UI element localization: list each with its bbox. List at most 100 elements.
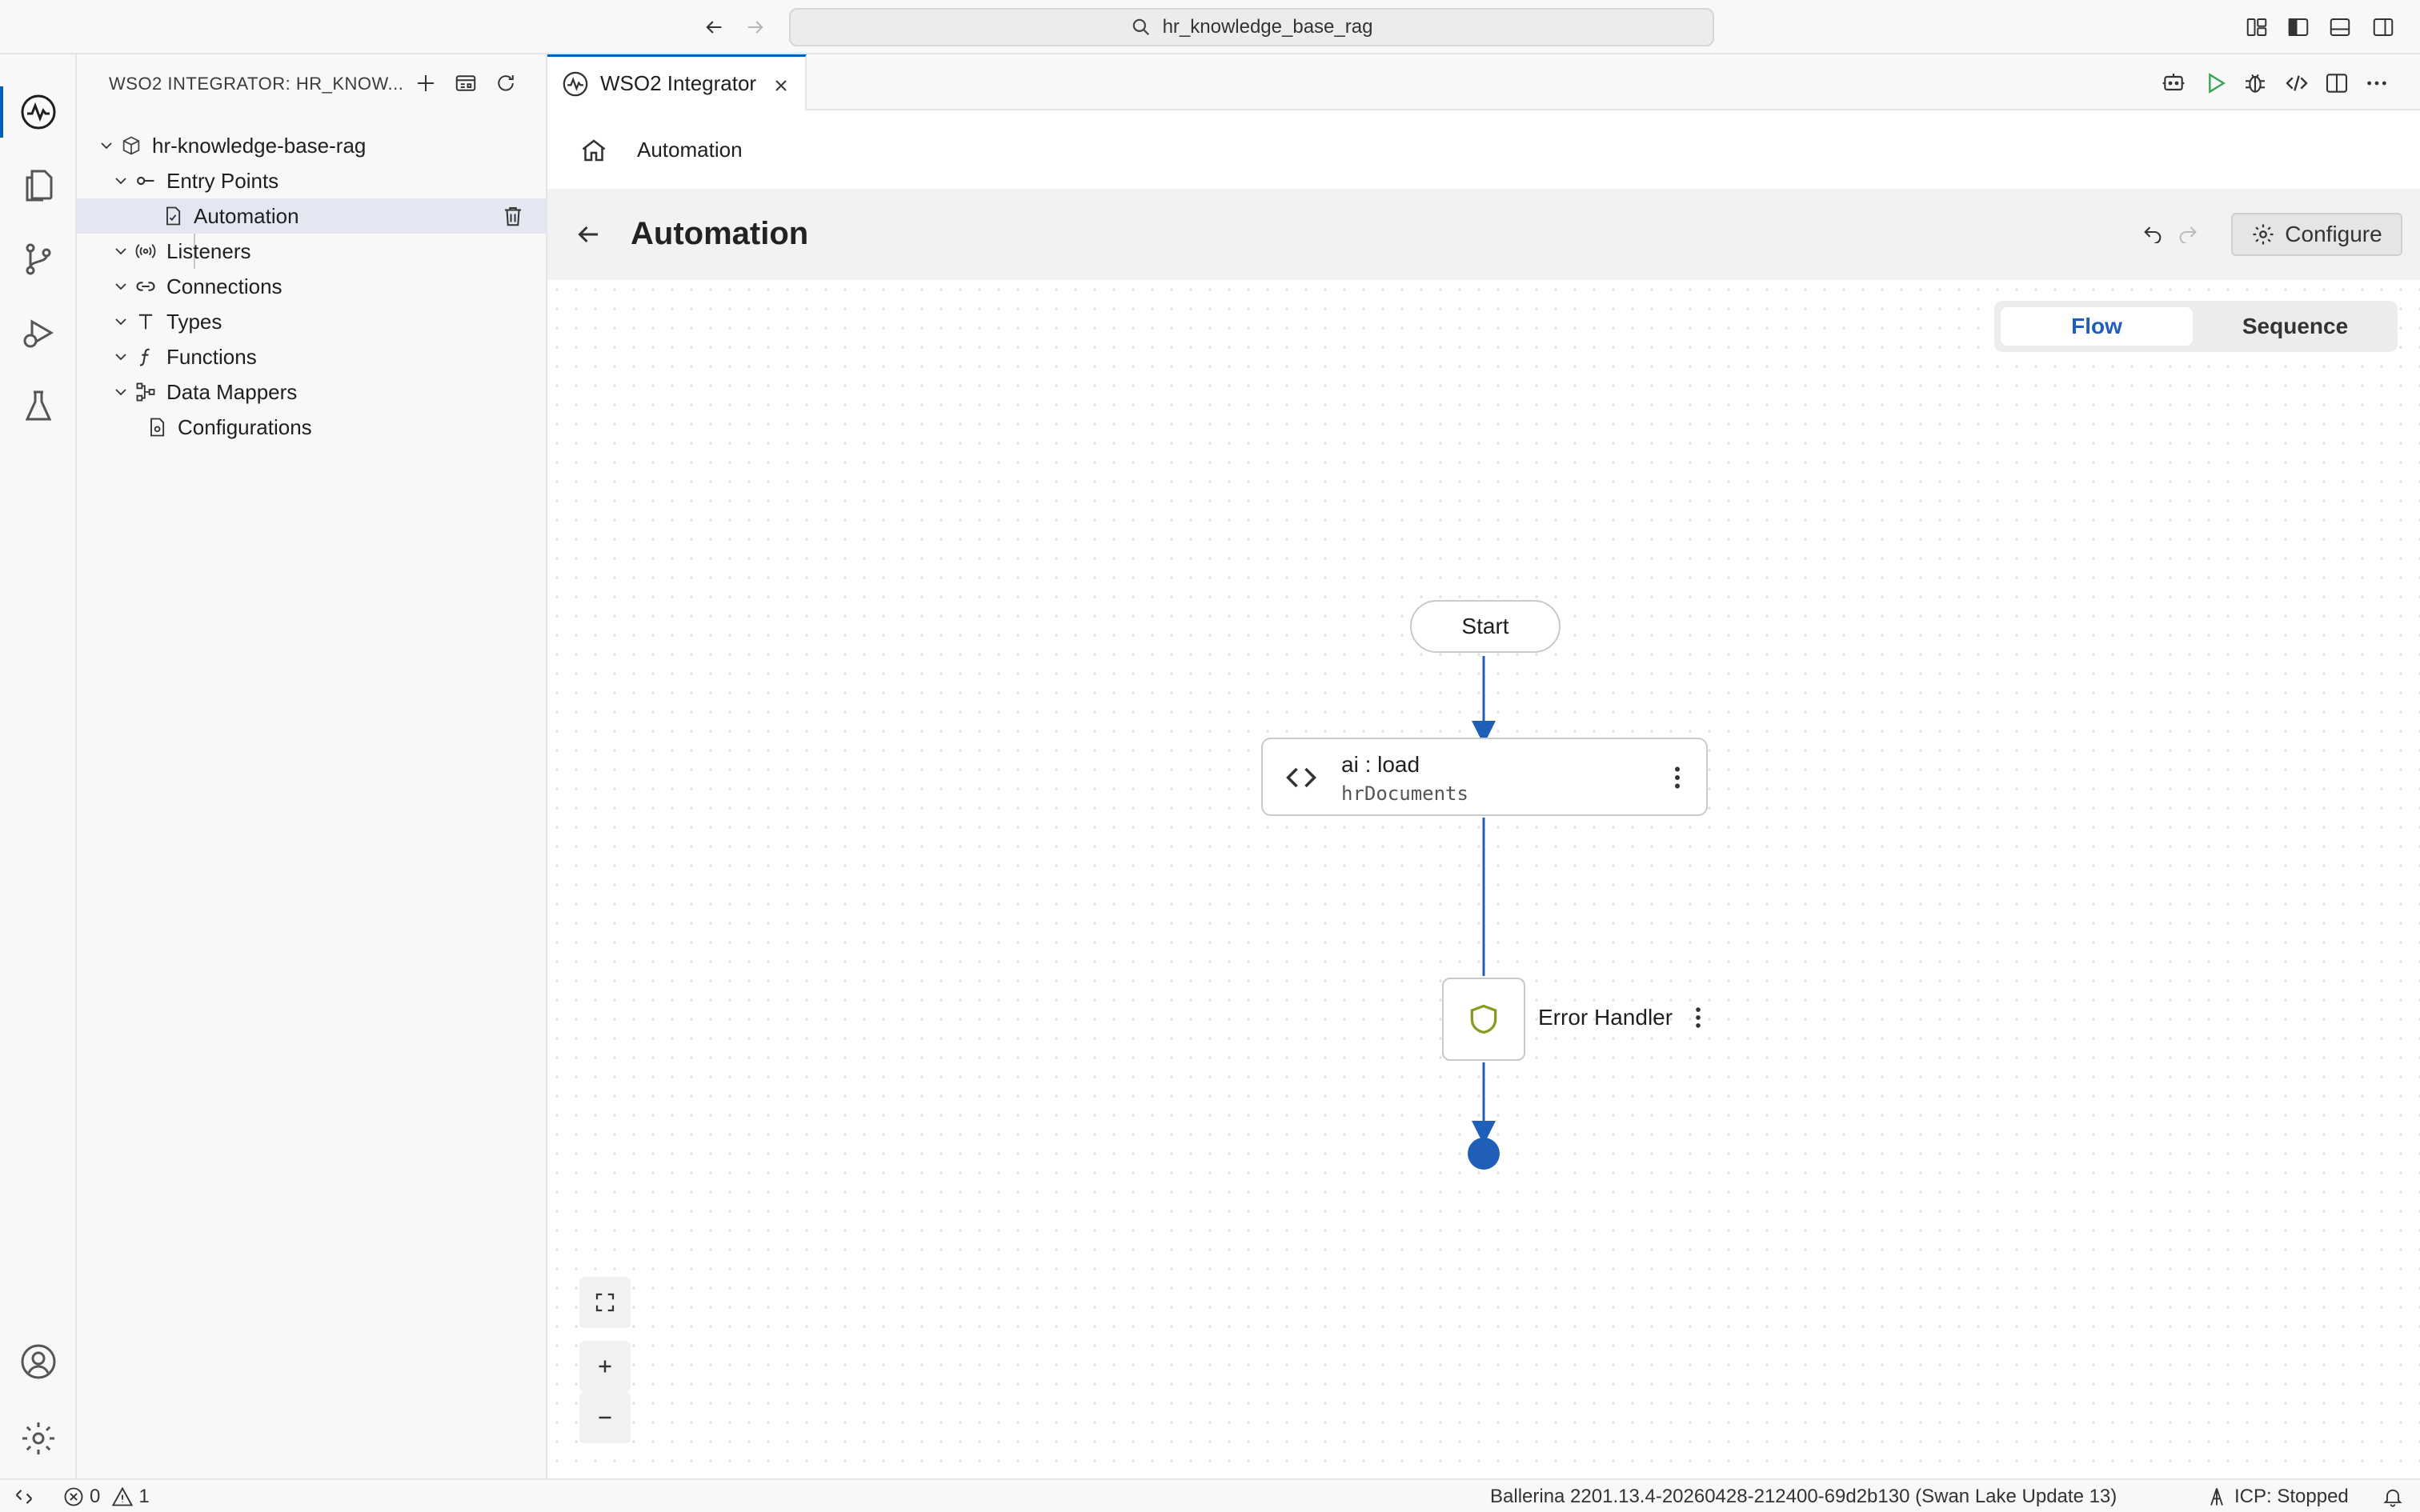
remote-icon[interactable] xyxy=(13,1486,35,1508)
refresh-icon[interactable] xyxy=(490,67,522,99)
chevron-down-icon xyxy=(109,169,133,193)
overview-icon[interactable] xyxy=(450,67,482,99)
account-icon[interactable] xyxy=(0,1325,77,1398)
breadcrumb-current[interactable]: Automation xyxy=(637,138,743,162)
tree-item-label: Data Mappers xyxy=(166,379,298,404)
tree-project-root[interactable]: hr-knowledge-base-rag xyxy=(77,128,547,163)
tree-types[interactable]: Types xyxy=(77,304,547,339)
end-node xyxy=(1468,1138,1500,1170)
tree-item-label: Configurations xyxy=(178,414,312,439)
more-actions-icon[interactable] xyxy=(2361,67,2393,99)
entry-points-icon xyxy=(133,168,158,194)
tree-data-mappers[interactable]: Data Mappers xyxy=(77,374,547,410)
flow-canvas[interactable]: Flow Sequence Start ai : load hrDocument… xyxy=(547,280,2420,1478)
title-bar: hr_knowledge_base_rag xyxy=(0,0,2420,54)
forward-nav-icon[interactable] xyxy=(739,11,771,43)
search-icon xyxy=(1132,18,1149,35)
settings-file-icon xyxy=(144,414,170,440)
configure-label: Configure xyxy=(2285,222,2382,246)
add-icon[interactable] xyxy=(410,67,442,99)
explorer-sidebar: WSO2 INTEGRATOR: HR_KNOW... hr-knowledge… xyxy=(77,54,547,1478)
shield-icon xyxy=(1470,1004,1497,1034)
tree-listeners[interactable]: Listeners xyxy=(77,234,547,269)
chevron-down-icon xyxy=(94,134,118,158)
tab-label: WSO2 Integrator xyxy=(600,71,757,95)
page-title: Automation xyxy=(631,216,809,251)
chevron-down-icon xyxy=(109,380,133,404)
fit-screen-icon[interactable] xyxy=(579,1277,631,1328)
explorer-icon[interactable] xyxy=(0,149,77,222)
data-mapper-icon xyxy=(133,379,158,405)
error-circle-icon xyxy=(64,1487,83,1506)
editor-tab-bar: WSO2 Integrator xyxy=(547,54,2420,110)
start-node[interactable]: Start xyxy=(1410,600,1561,653)
source-control-icon[interactable] xyxy=(0,222,77,296)
file-code-icon xyxy=(160,203,186,229)
command-center-search[interactable]: hr_knowledge_base_rag xyxy=(789,8,1714,46)
node-title: ai : load xyxy=(1341,752,1420,777)
ballerina-version[interactable]: Ballerina 2201.13.4-20260428-212400-69d2… xyxy=(1490,1486,2117,1508)
package-icon xyxy=(118,133,144,158)
function-icon xyxy=(133,344,158,370)
activity-bar xyxy=(0,54,77,1478)
wso2-integrator-activity-icon[interactable] xyxy=(0,75,77,149)
problems-indicator[interactable]: 0 1 xyxy=(62,1486,150,1508)
search-text: hr_knowledge_base_rag xyxy=(1162,16,1373,38)
redo-icon[interactable] xyxy=(2174,218,2202,246)
home-icon[interactable] xyxy=(578,134,610,166)
error-handler-menu-icon[interactable] xyxy=(1687,1003,1709,1032)
delete-trash-icon[interactable] xyxy=(499,202,527,230)
error-count: 0 xyxy=(90,1486,101,1507)
chevron-down-icon xyxy=(109,239,133,263)
error-handler-label: Error Handler xyxy=(1538,1005,1673,1030)
tree-item-label: Listeners xyxy=(166,238,251,263)
tree-item-label: Entry Points xyxy=(166,168,279,193)
debug-bug-icon[interactable] xyxy=(2239,67,2271,99)
sidebar-header: WSO2 INTEGRATOR: HR_KNOW... xyxy=(77,54,547,110)
tree-functions[interactable]: Functions xyxy=(77,339,547,374)
testing-icon[interactable] xyxy=(0,370,77,443)
zoom-in-icon[interactable] xyxy=(579,1341,631,1392)
project-label: hr-knowledge-base-rag xyxy=(152,133,367,158)
broadcast-icon xyxy=(133,238,158,264)
code-brackets-icon xyxy=(1282,760,1320,795)
tree-connections[interactable]: Connections xyxy=(77,269,547,304)
configure-button[interactable]: Configure xyxy=(2231,213,2402,256)
notifications-bell-icon[interactable] xyxy=(2382,1486,2404,1508)
zoom-out-icon[interactable] xyxy=(579,1392,631,1443)
status-bar: 0 1 Ballerina 2201.13.4-20260428-212400-… xyxy=(0,1478,2420,1512)
undo-icon[interactable] xyxy=(2138,218,2167,246)
toggle-panel-icon[interactable] xyxy=(2326,13,2354,42)
node-subtitle: hrDocuments xyxy=(1341,782,1468,805)
ai-chat-icon[interactable] xyxy=(2158,67,2190,99)
run-play-icon[interactable] xyxy=(2199,67,2231,99)
manage-gear-icon[interactable] xyxy=(0,1402,77,1475)
source-code-icon[interactable] xyxy=(2281,67,2313,99)
back-arrow-icon[interactable] xyxy=(571,218,605,251)
split-editor-icon[interactable] xyxy=(2321,67,2353,99)
tab-wso2-integrator[interactable]: WSO2 Integrator xyxy=(547,54,807,110)
tree-entry-points[interactable]: Entry Points xyxy=(77,163,547,198)
close-icon[interactable] xyxy=(770,74,792,97)
sidebar-title: WSO2 INTEGRATOR: HR_KNOW... xyxy=(109,74,404,94)
back-nav-icon[interactable] xyxy=(698,11,730,43)
ai-load-node[interactable]: ai : load hrDocuments xyxy=(1261,738,1708,816)
tree-item-label: Types xyxy=(166,309,222,334)
tree-automation[interactable]: Automation xyxy=(77,198,547,234)
toggle-secondary-sidebar-icon[interactable] xyxy=(2369,13,2398,42)
page-header: Automation Configure xyxy=(547,189,2420,280)
run-debug-icon[interactable] xyxy=(0,296,77,370)
tree-configurations[interactable]: Configurations xyxy=(77,410,547,445)
breadcrumb: Automation xyxy=(547,110,2420,189)
customize-layout-icon[interactable] xyxy=(2242,13,2271,42)
node-menu-icon[interactable] xyxy=(1663,762,1692,794)
error-handler-node[interactable] xyxy=(1442,978,1525,1061)
tree-item-label: Automation xyxy=(194,203,299,228)
warning-triangle-icon xyxy=(112,1486,134,1506)
icp-status-label: ICP: Stopped xyxy=(2234,1486,2349,1507)
gear-icon xyxy=(2253,224,2274,245)
icp-status[interactable]: ICP: Stopped xyxy=(2206,1486,2349,1508)
toggle-primary-sidebar-icon[interactable] xyxy=(2284,13,2313,42)
chevron-down-icon xyxy=(109,345,133,369)
link-icon xyxy=(133,274,158,299)
